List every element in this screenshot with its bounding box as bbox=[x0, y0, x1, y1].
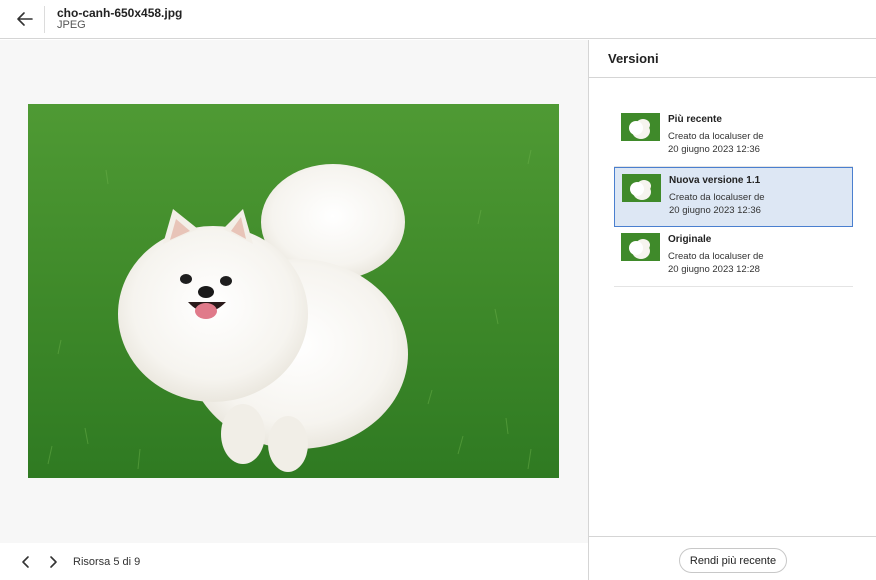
versions-panel: Versioni Più recente Creato da localuser… bbox=[588, 40, 876, 580]
version-date: 20 giugno 2023 12:36 bbox=[669, 205, 761, 216]
version-item-original[interactable]: Originale Creato da localuser de 20 giug… bbox=[614, 227, 853, 287]
make-current-button[interactable]: Rendi più recente bbox=[679, 548, 787, 573]
version-item-latest[interactable]: Più recente Creato da localuser de 20 gi… bbox=[614, 107, 853, 167]
header-bar: cho-canh-650x458.jpg JPEG bbox=[0, 0, 876, 39]
file-name: cho-canh-650x458.jpg bbox=[57, 6, 183, 20]
panel-divider bbox=[589, 77, 876, 78]
version-list: Più recente Creato da localuser de 20 gi… bbox=[614, 107, 853, 287]
arrow-left-icon bbox=[17, 12, 33, 26]
version-thumbnail bbox=[621, 113, 660, 141]
preview-footer: Risorsa 5 di 9 bbox=[0, 543, 588, 580]
version-thumbnail bbox=[621, 233, 660, 261]
back-button[interactable] bbox=[14, 9, 36, 29]
file-type: JPEG bbox=[57, 19, 86, 31]
asset-counter: Risorsa 5 di 9 bbox=[73, 556, 141, 568]
version-date: 20 giugno 2023 12:28 bbox=[668, 264, 760, 275]
version-author: Creato da localuser de bbox=[668, 251, 764, 262]
panel-title: Versioni bbox=[608, 51, 659, 66]
version-name: Più recente bbox=[668, 114, 722, 125]
version-name: Nuova versione 1.1 bbox=[669, 175, 761, 186]
version-item-selected[interactable]: Nuova versione 1.1 Creato da localuser d… bbox=[614, 167, 853, 227]
version-name: Originale bbox=[668, 234, 712, 245]
version-author: Creato da localuser de bbox=[668, 131, 764, 142]
chevron-left-icon bbox=[22, 556, 29, 568]
header-divider bbox=[44, 6, 45, 33]
version-thumbnail bbox=[622, 174, 661, 202]
asset-image bbox=[28, 104, 559, 478]
version-date: 20 giugno 2023 12:36 bbox=[668, 144, 760, 155]
version-author: Creato da localuser de bbox=[669, 192, 765, 203]
chevron-right-icon bbox=[50, 556, 57, 568]
previous-asset-button[interactable] bbox=[19, 554, 33, 570]
next-asset-button[interactable] bbox=[46, 554, 60, 570]
panel-footer-divider bbox=[589, 536, 876, 537]
asset-preview bbox=[0, 40, 588, 543]
